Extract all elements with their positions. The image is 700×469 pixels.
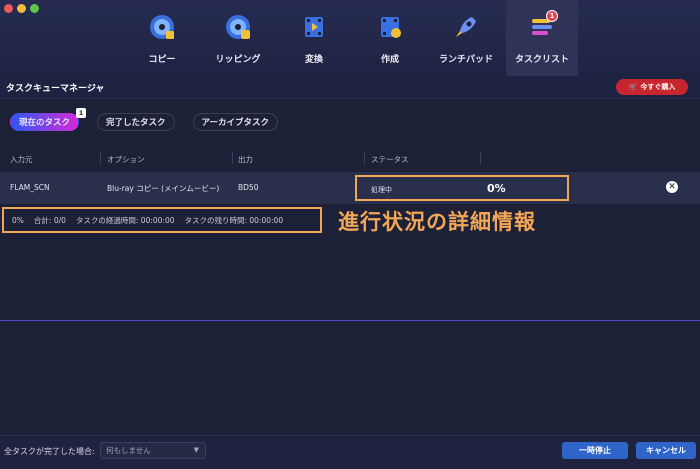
- toolbar-label: リッピング: [215, 55, 261, 65]
- table-header: 入力元 オプション 出力 ステータス: [0, 148, 700, 168]
- minimize-window-icon[interactable]: [17, 4, 26, 13]
- column-divider: [232, 152, 233, 164]
- task-output: BD50: [238, 183, 259, 192]
- chevron-down-icon: ▼: [193, 446, 199, 454]
- toolbar-label: 作成: [380, 55, 399, 65]
- tab-label: 現在のタスク: [19, 118, 71, 128]
- toolbar-label: コピー: [148, 55, 176, 65]
- task-status: 処理中: [371, 186, 392, 194]
- toolbar-label: ランチパッド: [438, 55, 493, 65]
- column-divider: [100, 152, 101, 164]
- on-complete-select[interactable]: 何もしません ▼: [100, 442, 206, 459]
- tab-archive-tasks[interactable]: アーカイブタスク: [192, 113, 279, 131]
- summary-remaining: タスクの残り時間: 00:00:00: [184, 215, 284, 225]
- column-header-output: 出力: [238, 155, 253, 164]
- toolbar-item-rip[interactable]: リッピング: [202, 0, 274, 76]
- column-divider: [364, 152, 365, 164]
- task-progress-percent: 0%: [487, 182, 506, 195]
- panel-divider: [0, 320, 700, 321]
- close-icon: ✕: [668, 181, 676, 192]
- summary-elapsed: タスクの経過時間: 00:00:00: [75, 215, 175, 225]
- on-complete-label: 全タスクが完了した場合:: [4, 447, 95, 456]
- tab-completed-tasks[interactable]: 完了したタスク: [97, 113, 175, 131]
- toolbar-item-launchpad[interactable]: ランチパッド: [430, 0, 502, 76]
- buy-now-button[interactable]: 🛒 今すぐ購入: [616, 79, 688, 95]
- cart-icon: 🛒: [628, 83, 638, 91]
- table-row[interactable]: FLAM_SCN Blu-ray コピー (メインムービー) BD50: [0, 172, 700, 204]
- task-tabs: 現在のタスク 1 完了したタスク アーカイブタスク: [10, 108, 279, 131]
- rocket-icon: [451, 12, 481, 42]
- task-source: FLAM_SCN: [10, 183, 50, 192]
- progress-summary: 0% 合計: 0/0 タスクの経過時間: 00:00:00 タスクの残り時間: …: [2, 207, 322, 233]
- annotation-callout: 進行状況の詳細情報: [338, 210, 536, 234]
- cancel-button[interactable]: キャンセル: [636, 442, 696, 459]
- top-toolbar: コピー リッピング 変換 作成 ランチパッド 1 タスクリスト: [0, 0, 700, 76]
- column-header-option: オプション: [107, 155, 145, 164]
- title-row: タスクキューマネージャ: [0, 76, 700, 98]
- tab-label: アーカイブタスク: [201, 118, 270, 128]
- task-count-badge: 1: [546, 10, 558, 22]
- disc-copy-icon: [147, 12, 177, 42]
- on-complete-value: 何もしません: [106, 446, 151, 455]
- tab-label: 完了したタスク: [106, 118, 166, 128]
- tab-count-badge: 1: [76, 108, 87, 118]
- tab-current-tasks[interactable]: 現在のタスク 1: [10, 108, 87, 131]
- summary-total: 合計: 0/0: [33, 215, 66, 225]
- toolbar-label: 変換: [304, 55, 323, 65]
- window-controls: [4, 4, 39, 13]
- toolbar-label: タスクリスト: [514, 55, 569, 65]
- film-convert-icon: [299, 12, 329, 42]
- close-window-icon[interactable]: [4, 4, 13, 13]
- column-header-source: 入力元: [10, 155, 33, 164]
- page-title: タスクキューマネージャ: [6, 84, 105, 94]
- status-highlight: 処理中 0%: [355, 175, 569, 201]
- column-divider: [480, 152, 481, 164]
- summary-percent: 0%: [12, 215, 24, 225]
- toolbar-item-create[interactable]: 作成: [354, 0, 426, 76]
- toolbar-item-copy[interactable]: コピー: [126, 0, 198, 76]
- column-header-status: ステータス: [371, 155, 409, 164]
- maximize-window-icon[interactable]: [30, 4, 39, 13]
- buy-now-label: 今すぐ購入: [640, 83, 676, 91]
- remove-task-button[interactable]: ✕: [666, 181, 678, 193]
- film-create-icon: [375, 12, 405, 42]
- disc-rip-icon: [223, 12, 253, 42]
- toolbar-item-convert[interactable]: 変換: [278, 0, 350, 76]
- pause-button[interactable]: 一時停止: [562, 442, 628, 459]
- toolbar-item-tasklist[interactable]: 1 タスクリスト: [506, 0, 578, 76]
- task-option: Blu-ray コピー (メインムービー): [107, 184, 220, 193]
